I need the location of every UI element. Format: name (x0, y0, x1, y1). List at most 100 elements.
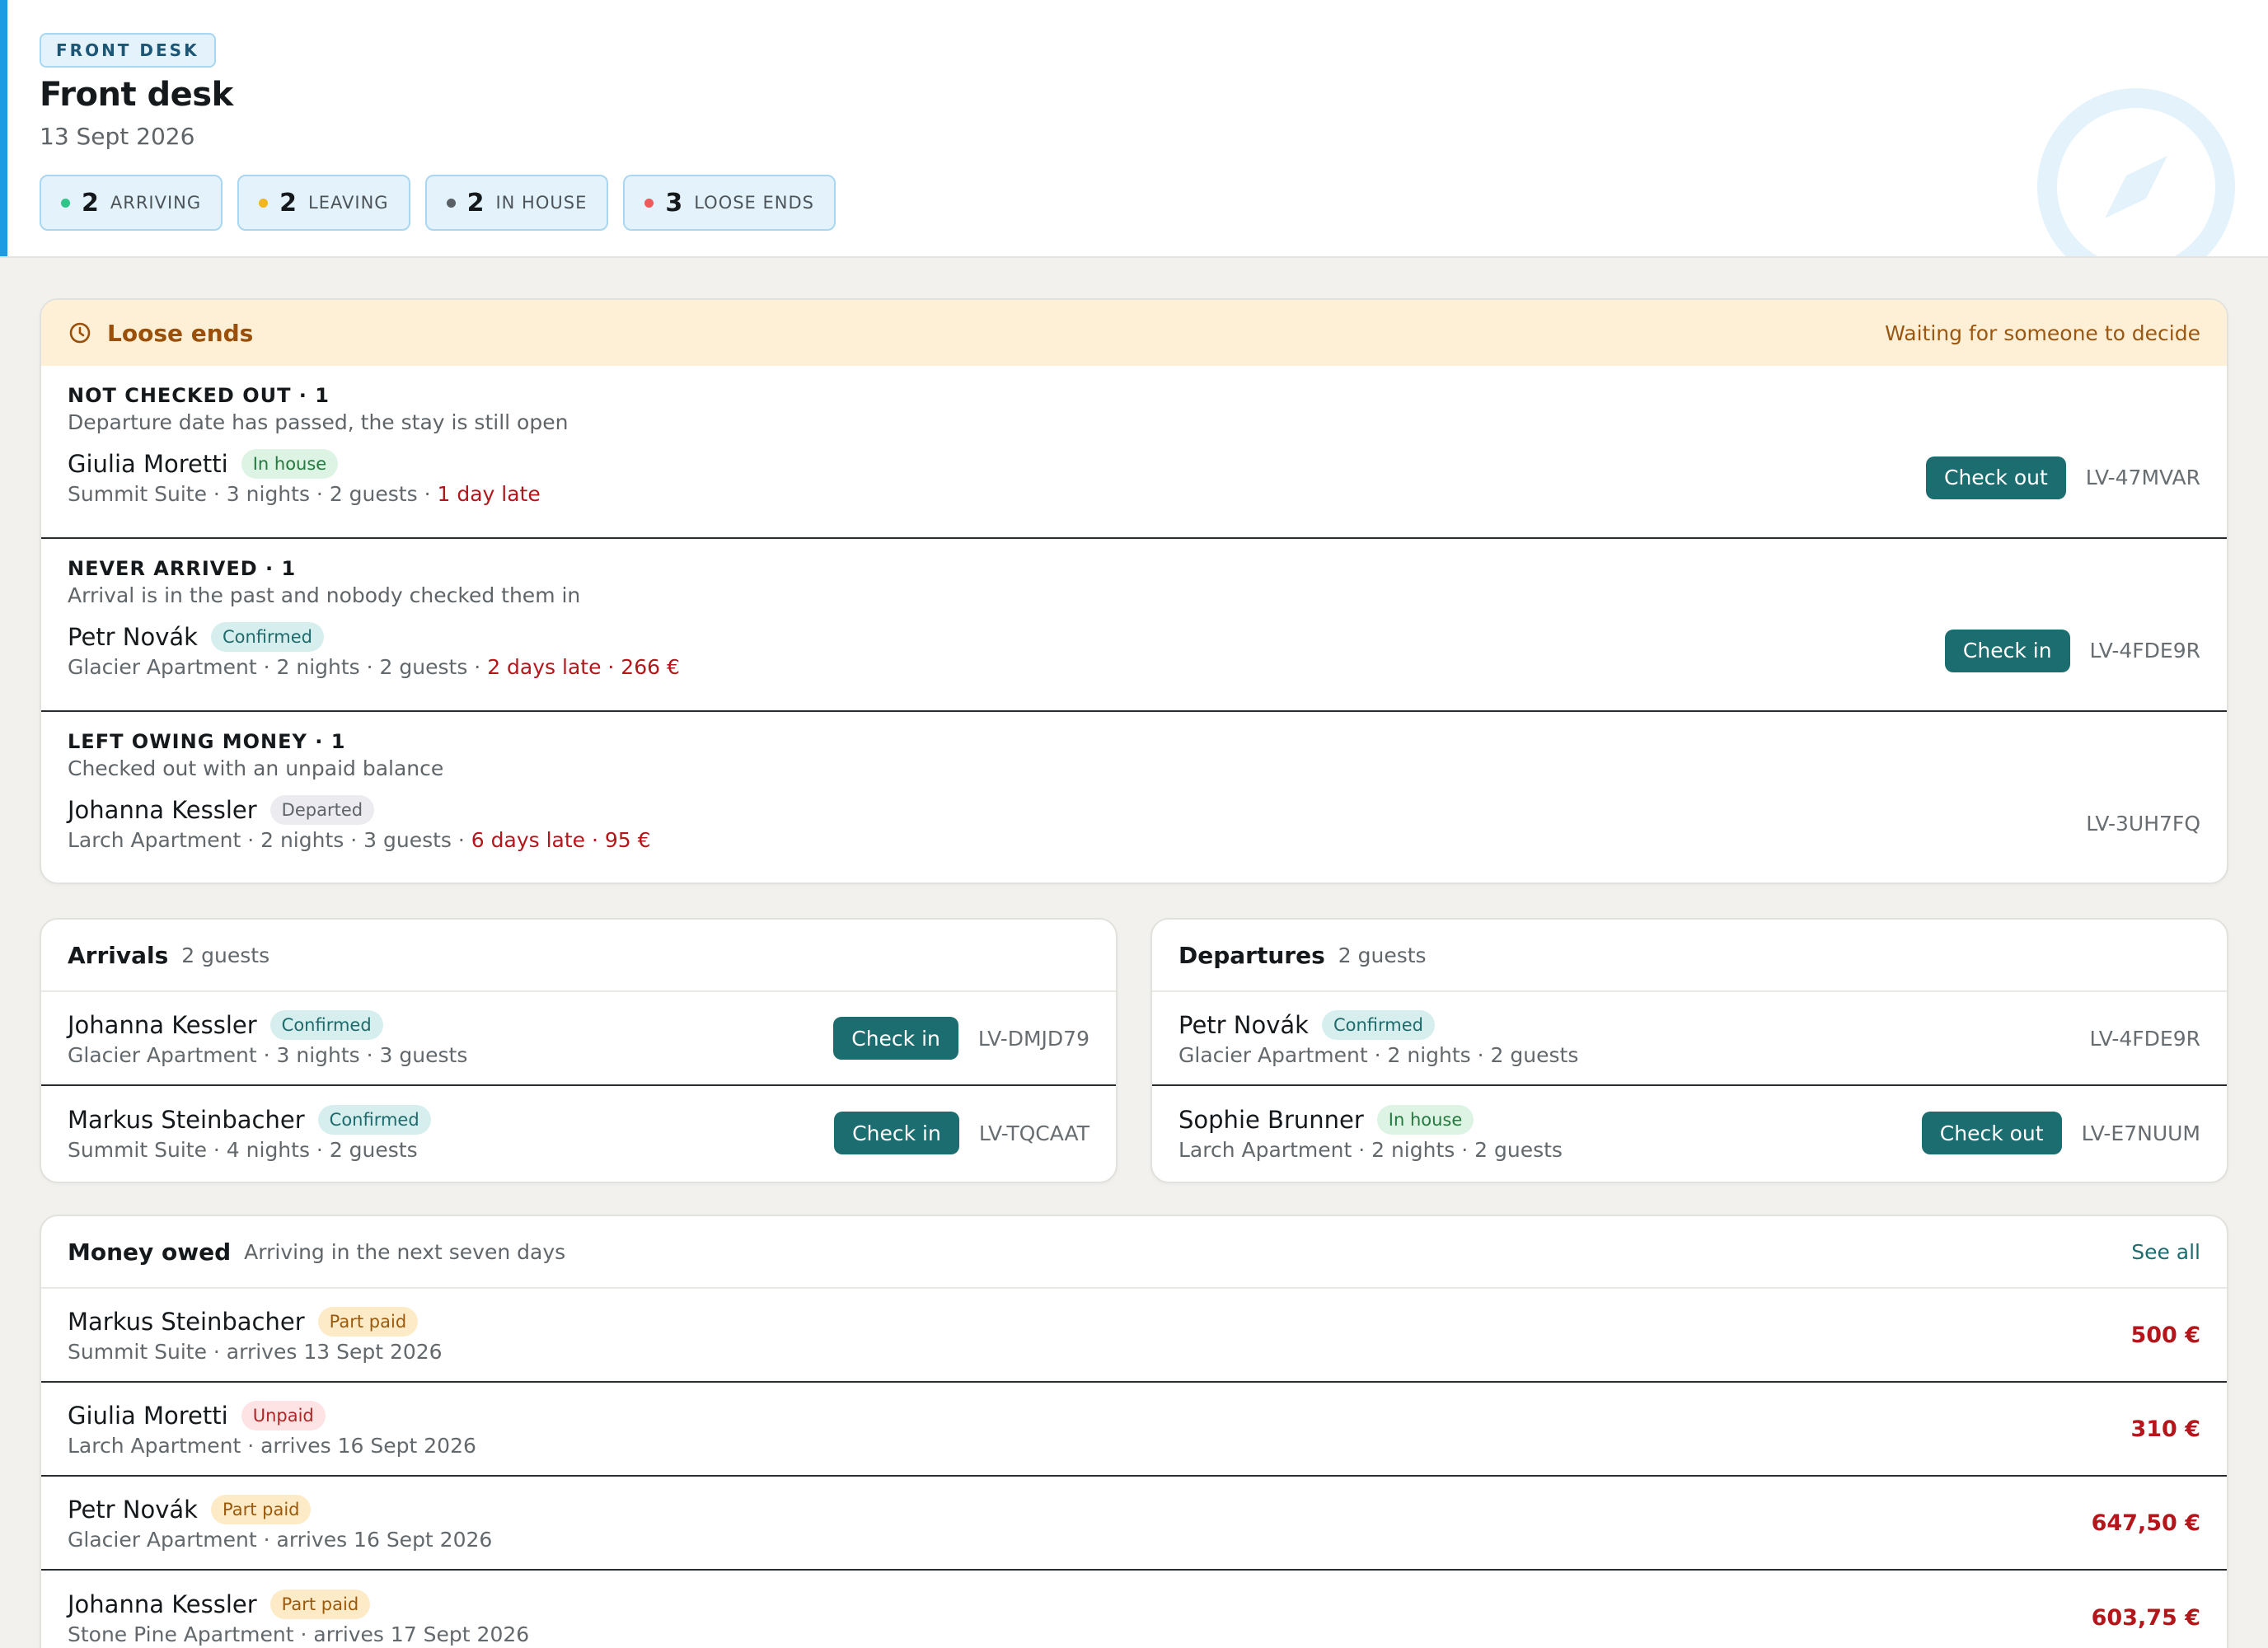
departures-header: Departures 2 guests (1152, 920, 2227, 992)
section-eyebrow: FRONT DESK (40, 33, 216, 68)
group-title: NOT CHECKED OUT · 1 (68, 384, 330, 407)
payment-badge: Unpaid (241, 1400, 326, 1430)
stay-summary: Larch Apartment · 2 nights · 3 guests · (68, 828, 471, 852)
stat-count: 2 (466, 188, 485, 218)
check-out-button[interactable]: Check out (1921, 1112, 2062, 1154)
stay-details: Glacier Apartment · arrives 16 Sept 2026 (68, 1527, 493, 1552)
loose-ends-group-not-checked-out: NOT CHECKED OUT · 1 Departure date has p… (41, 366, 2227, 539)
guest-name[interactable]: Petr Novák (1179, 1011, 1309, 1039)
stay-details: Larch Apartment · 2 nights · 3 guests · … (68, 828, 651, 852)
guest-name[interactable]: Giulia Moretti (68, 450, 228, 478)
check-in-button[interactable]: Check in (834, 1112, 959, 1154)
departures-card: Departures 2 guests Petr Novák Confirmed… (1150, 918, 2228, 1183)
stay-details: Glacier Apartment · 2 nights · 2 guests … (68, 655, 680, 679)
arrival-row[interactable]: Johanna Kessler Confirmed Glacier Apartm… (41, 992, 1116, 1086)
status-badge: Confirmed (317, 1104, 431, 1135)
guest-name[interactable]: Sophie Brunner (1179, 1106, 1364, 1134)
departures-title: Departures (1179, 941, 1325, 969)
money-owed-row[interactable]: Petr Novák Part paid Glacier Apartment ·… (41, 1477, 2227, 1571)
guest-name[interactable]: Giulia Moretti (68, 1402, 228, 1430)
money-owed-row[interactable]: Giulia Moretti Unpaid Larch Apartment · … (41, 1383, 2227, 1477)
group-title: LEFT OWING MONEY · 1 (68, 730, 346, 753)
stat-count: 2 (279, 188, 298, 218)
stay-details: Glacier Apartment · 2 nights · 2 guests (1179, 1042, 1579, 1067)
compass-icon (2037, 88, 2235, 256)
stat-count: 3 (665, 188, 683, 218)
money-owed-title: Money owed (68, 1238, 232, 1266)
stay-details: Summit Suite · arrives 13 Sept 2026 (68, 1339, 443, 1364)
money-owed-card: Money owed Arriving in the next seven da… (40, 1215, 2228, 1648)
loose-ends-group-never-arrived: NEVER ARRIVED · 1 Arrival is in the past… (41, 539, 2227, 712)
guest-name[interactable]: Petr Novák (68, 1496, 198, 1524)
late-notice: 1 day late (437, 482, 541, 506)
departures-count: 2 guests (1338, 943, 1427, 967)
stay-summary: Summit Suite · 3 nights · 2 guests · (68, 482, 438, 506)
stat-leaving[interactable]: 2 LEAVING (237, 175, 410, 231)
clock-icon (68, 321, 92, 345)
stats-summary: 2 ARRIVING 2 LEAVING 2 IN HOUSE 3 LOOSE … (40, 175, 836, 231)
stat-label: LOOSE ENDS (694, 193, 814, 213)
check-in-button[interactable]: Check in (833, 1017, 958, 1060)
booking-reference: LV-4FDE9R (2089, 1026, 2200, 1051)
guest-row[interactable]: Giulia Moretti In house Summit Suite · 3… (41, 449, 2227, 506)
loose-ends-title: Loose ends (107, 319, 254, 347)
guest-name[interactable]: Johanna Kessler (68, 1590, 257, 1618)
money-owed-row[interactable]: Markus Steinbacher Part paid Summit Suit… (41, 1289, 2227, 1383)
payment-badge: Part paid (317, 1306, 419, 1337)
status-dot (644, 198, 654, 208)
stat-loose-ends[interactable]: 3 LOOSE ENDS (623, 175, 836, 231)
booking-reference: LV-TQCAAT (978, 1121, 1089, 1145)
status-badge: Confirmed (210, 622, 325, 652)
departure-row[interactable]: Sophie Brunner In house Larch Apartment … (1152, 1086, 2227, 1180)
status-badge: In house (1376, 1104, 1474, 1135)
guest-name[interactable]: Markus Steinbacher (68, 1106, 305, 1134)
guest-name[interactable]: Johanna Kessler (68, 796, 257, 824)
stay-details: Summit Suite · 3 nights · 2 guests · 1 d… (68, 482, 541, 506)
stat-arriving[interactable]: 2 ARRIVING (40, 175, 223, 231)
stay-summary: Glacier Apartment · 2 nights · 2 guests … (68, 655, 488, 679)
check-out-button[interactable]: Check out (1926, 456, 2066, 499)
money-owed-row[interactable]: Johanna Kessler Part paid Stone Pine Apa… (41, 1571, 2227, 1648)
guest-name[interactable]: Johanna Kessler (68, 1011, 257, 1039)
arrivals-count: 2 guests (181, 943, 270, 967)
arrivals-header: Arrivals 2 guests (41, 920, 1116, 992)
group-description: Checked out with an unpaid balance (68, 756, 444, 780)
check-in-button[interactable]: Check in (1944, 629, 2070, 672)
status-badge: In house (241, 449, 339, 479)
guest-row[interactable]: Johanna Kessler Departed Larch Apartment… (41, 795, 2227, 852)
guest-name[interactable]: Markus Steinbacher (68, 1308, 305, 1336)
amount-owed: 500 € (2130, 1322, 2200, 1348)
booking-reference: LV-3UH7FQ (2086, 812, 2200, 836)
header-accent-bar (0, 0, 7, 256)
group-title: NEVER ARRIVED · 1 (68, 557, 297, 580)
money-owed-header: Money owed Arriving in the next seven da… (41, 1216, 2227, 1289)
booking-reference: LV-47MVAR (2085, 466, 2200, 489)
guest-name[interactable]: Petr Novák (68, 623, 198, 651)
loose-ends-header: Loose ends Waiting for someone to decide (41, 300, 2227, 366)
page-header: FRONT DESK Front desk 13 Sept 2026 2 ARR… (0, 0, 2268, 258)
loose-ends-note: Waiting for someone to decide (1885, 321, 2200, 345)
arrival-row[interactable]: Markus Steinbacher Confirmed Summit Suit… (41, 1086, 1116, 1180)
guest-row[interactable]: Petr Novák Confirmed Glacier Apartment ·… (41, 622, 2227, 679)
amount-owed: 310 € (2130, 1416, 2200, 1442)
stat-in-house[interactable]: 2 IN HOUSE (424, 175, 609, 231)
amount-owed: 603,75 € (2091, 1604, 2200, 1631)
booking-reference: LV-4FDE9R (2089, 639, 2200, 662)
money-owed-subtitle: Arriving in the next seven days (244, 1239, 566, 1264)
late-notice: 2 days late · 266 € (487, 655, 680, 679)
status-badge: Departed (269, 795, 375, 825)
stat-count: 2 (82, 188, 99, 218)
status-badge: Confirmed (1321, 1009, 1436, 1040)
arrivals-card: Arrivals 2 guests Johanna Kessler Confir… (40, 918, 1118, 1183)
payment-badge: Part paid (269, 1589, 371, 1619)
stay-details: Larch Apartment · 2 nights · 2 guests (1179, 1137, 1563, 1162)
payment-badge: Part paid (210, 1494, 312, 1524)
stay-details: Larch Apartment · arrives 16 Sept 2026 (68, 1433, 476, 1458)
see-all-link[interactable]: See all (2131, 1240, 2200, 1264)
group-description: Departure date has passed, the stay is s… (68, 410, 569, 434)
loose-ends-card: Loose ends Waiting for someone to decide… (40, 298, 2228, 884)
stay-details: Glacier Apartment · 3 nights · 3 guests (68, 1042, 468, 1067)
group-description: Arrival is in the past and nobody checke… (68, 583, 581, 607)
booking-reference: LV-DMJD79 (977, 1026, 1089, 1051)
departure-row[interactable]: Petr Novák Confirmed Glacier Apartment ·… (1152, 992, 2227, 1086)
